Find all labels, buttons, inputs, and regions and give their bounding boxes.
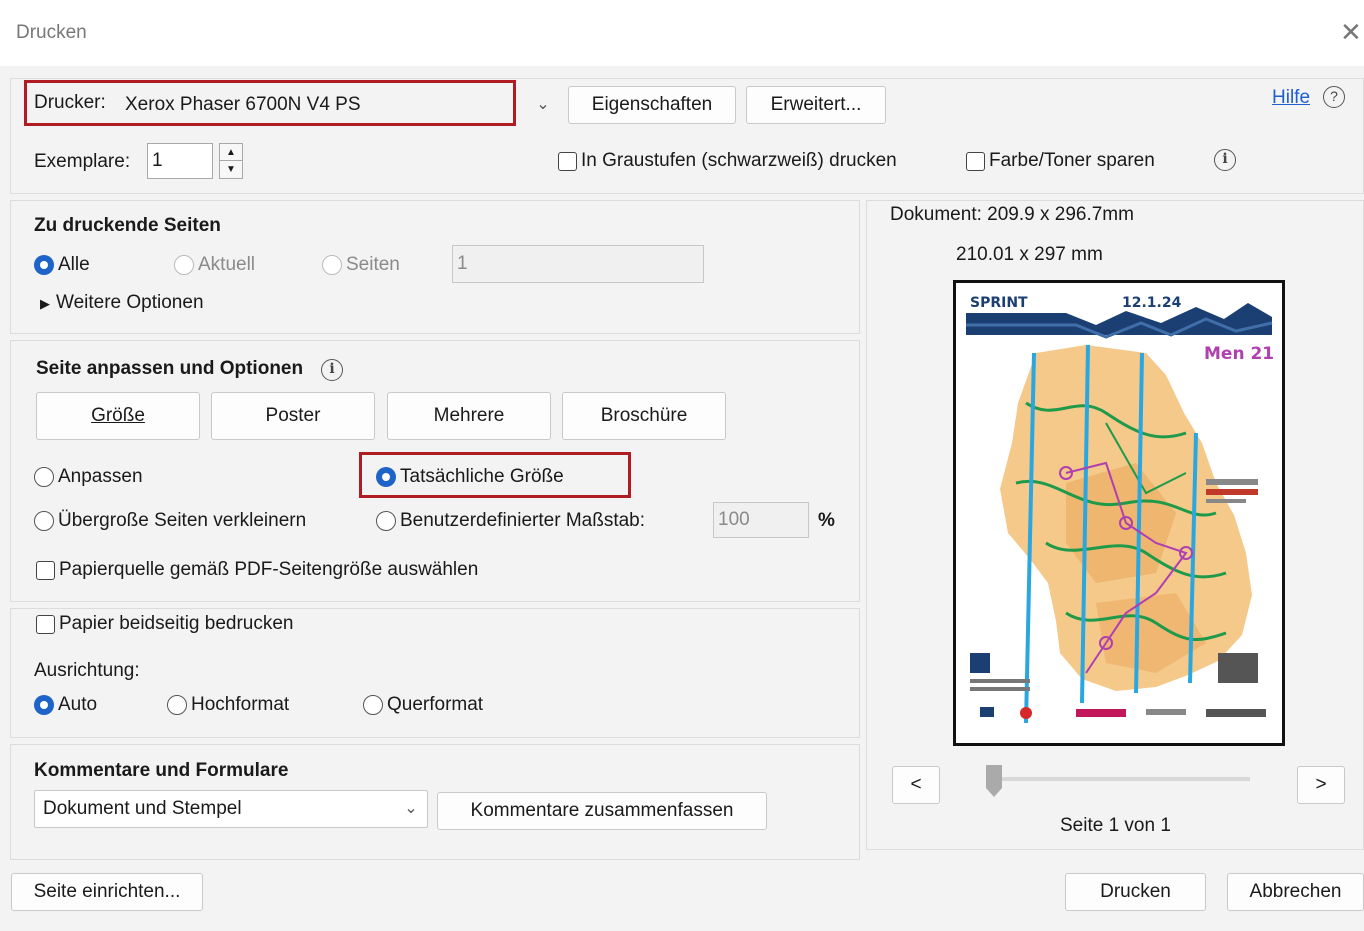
- summarize-comments-button[interactable]: Kommentare zusammenfassen: [437, 792, 767, 830]
- page-setup-button[interactable]: Seite einrichten...: [11, 873, 203, 911]
- printer-highlight-frame: [24, 80, 516, 126]
- map-date: 12.1.24: [1122, 295, 1182, 311]
- duplex-checkbox[interactable]: Papier beidseitig bedrucken: [36, 613, 294, 635]
- stepper-up-icon[interactable]: ▲: [220, 144, 242, 161]
- checkbox-box[interactable]: [36, 560, 55, 580]
- title-bar: Drucken ✕: [0, 0, 1364, 66]
- custom-scale-radio[interactable]: Benutzerdefinierter Maßstab:: [376, 510, 645, 532]
- shrink-radio[interactable]: Übergroße Seiten verkleinern: [34, 510, 306, 532]
- actual-size-highlight-frame: [359, 452, 631, 498]
- info-icon[interactable]: i: [321, 359, 343, 381]
- help-icon[interactable]: ?: [1323, 86, 1345, 108]
- pages-heading: Zu druckende Seiten: [34, 215, 221, 236]
- info-icon[interactable]: i: [1214, 149, 1236, 171]
- page-preview: SPRINT 12.1.24 Men 21: [953, 280, 1285, 746]
- save-toner-checkbox[interactable]: Farbe/Toner sparen: [966, 150, 1155, 172]
- map-class: Men 21: [1204, 344, 1274, 364]
- tab-size[interactable]: Größe: [36, 392, 200, 440]
- comments-select[interactable]: Dokument und Stempel ⌄: [34, 790, 428, 828]
- copies-label: Exemplare:: [34, 151, 131, 172]
- checkbox-box[interactable]: [966, 151, 985, 171]
- close-icon[interactable]: ✕: [1340, 18, 1364, 46]
- radio-indicator[interactable]: [167, 695, 187, 715]
- window-title: Drucken: [16, 22, 87, 43]
- tab-multiple[interactable]: Mehrere: [387, 392, 551, 440]
- page-info: Seite 1 von 1: [1060, 815, 1171, 836]
- orientation-auto-radio[interactable]: Auto: [34, 694, 97, 716]
- next-page-button[interactable]: >: [1297, 766, 1345, 804]
- stepper-down-icon[interactable]: ▼: [220, 161, 242, 178]
- radio-indicator[interactable]: [34, 695, 54, 715]
- pages-all-radio[interactable]: Alle: [34, 254, 90, 276]
- paper-source-checkbox[interactable]: Papierquelle gemäß PDF-Seitengröße auswä…: [36, 559, 478, 581]
- triangle-right-icon: ▶: [40, 296, 50, 311]
- radio-indicator[interactable]: [34, 511, 54, 531]
- tab-poster[interactable]: Poster: [211, 392, 375, 440]
- fit-radio[interactable]: Anpassen: [34, 466, 143, 488]
- page-slider-track[interactable]: [994, 777, 1250, 781]
- radio-indicator[interactable]: [34, 467, 54, 487]
- advanced-button[interactable]: Erweitert...: [746, 86, 886, 124]
- orientation-label: Ausrichtung:: [34, 660, 140, 681]
- print-button[interactable]: Drucken: [1065, 873, 1206, 911]
- copies-input[interactable]: 1: [147, 143, 213, 179]
- more-options-toggle[interactable]: ▶ Weitere Optionen: [40, 292, 204, 314]
- radio-indicator[interactable]: [34, 255, 54, 275]
- radio-indicator[interactable]: [174, 255, 194, 275]
- pages-current-radio[interactable]: Aktuell: [174, 254, 255, 276]
- document-size: Dokument: 209.9 x 296.7mm: [890, 204, 1134, 225]
- percent-label: %: [818, 510, 835, 531]
- help-link[interactable]: Hilfe: [1272, 87, 1310, 109]
- pages-range-input[interactable]: 1: [452, 245, 704, 283]
- comments-heading: Kommentare und Formulare: [34, 760, 289, 781]
- copies-stepper[interactable]: ▲ ▼: [219, 143, 243, 179]
- orientation-portrait-radio[interactable]: Hochformat: [167, 694, 289, 716]
- paper-size: 210.01 x 297 mm: [956, 244, 1103, 265]
- map-preview-image: SPRINT 12.1.24 Men 21: [964, 291, 1274, 735]
- radio-indicator[interactable]: [376, 511, 396, 531]
- radio-indicator[interactable]: [322, 255, 342, 275]
- sizing-heading: Seite anpassen und Optionen: [36, 358, 304, 379]
- map-header: SPRINT: [970, 295, 1028, 311]
- chevron-down-icon: ⌄: [404, 800, 418, 817]
- chevron-down-icon: ⌄: [536, 96, 550, 113]
- checkbox-box[interactable]: [558, 151, 577, 171]
- print-dialog: Drucken ✕ Drucker: Xerox Phaser 6700N V4…: [0, 0, 1364, 931]
- pages-range-radio[interactable]: Seiten: [322, 254, 400, 276]
- cancel-button[interactable]: Abbrechen: [1227, 873, 1364, 911]
- page-slider-thumb[interactable]: [985, 764, 1003, 798]
- orientation-landscape-radio[interactable]: Querformat: [363, 694, 483, 716]
- tab-booklet[interactable]: Broschüre: [562, 392, 726, 440]
- comments-select-value: Dokument und Stempel: [43, 798, 242, 819]
- checkbox-box[interactable]: [36, 614, 55, 634]
- prev-page-button[interactable]: <: [892, 766, 940, 804]
- radio-indicator[interactable]: [363, 695, 383, 715]
- properties-button[interactable]: Eigenschaften: [568, 86, 736, 124]
- custom-scale-input[interactable]: 100: [713, 502, 809, 538]
- grayscale-checkbox[interactable]: In Graustufen (schwarzweiß) drucken: [558, 150, 897, 172]
